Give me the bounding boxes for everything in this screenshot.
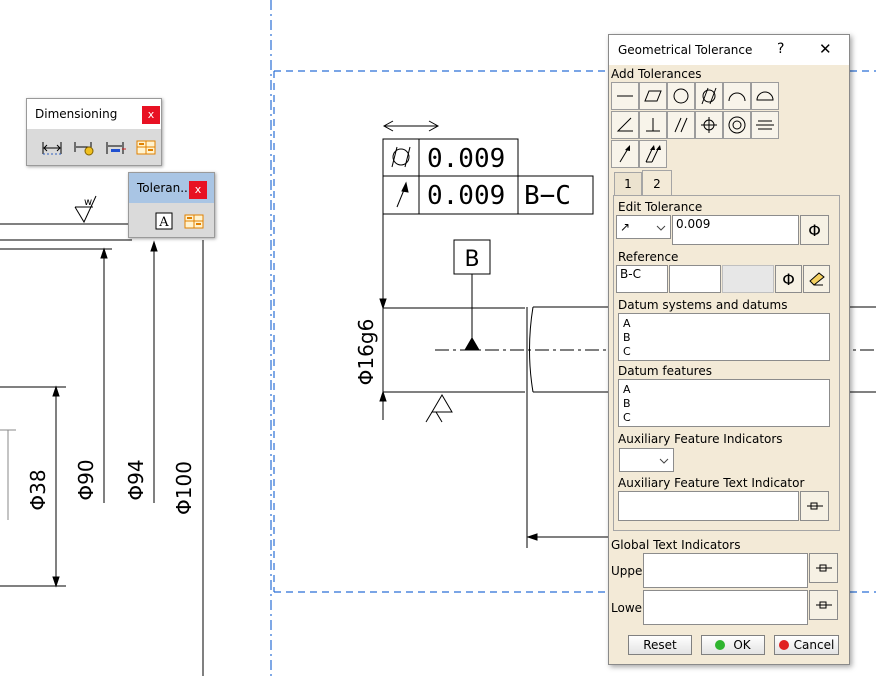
diameter-symbol: Φ	[808, 220, 821, 240]
close-button[interactable]: ✕	[819, 40, 832, 58]
dim-phi100-label: Φ100	[172, 461, 196, 515]
chevron-down-icon	[656, 225, 666, 231]
list-item[interactable]: B	[623, 397, 825, 411]
dim-phi38-label: Φ38	[26, 469, 50, 510]
fcf-row1-value: 0.009	[427, 144, 505, 174]
tolerancing-toolbar-title: Toleran...	[137, 181, 192, 195]
dim-phi90-label: Φ90	[74, 459, 98, 500]
tolerancing-toolbar[interactable]: Toleran... x A	[128, 172, 215, 238]
help-button[interactable]: ?	[777, 41, 784, 57]
list-item[interactable]: A	[623, 383, 825, 397]
angularity-icon[interactable]	[611, 111, 639, 139]
datum-systems-label: Datum systems and datums	[618, 298, 788, 312]
tab-2[interactable]: 2	[642, 170, 672, 196]
tolerance-type-value: ↗	[620, 220, 631, 234]
tab-1[interactable]: 1	[614, 172, 642, 195]
reference-input-1[interactable]: B-C	[616, 265, 668, 293]
datum-features-list[interactable]: A B C	[618, 379, 830, 427]
upper-insert-symbol-icon[interactable]	[809, 553, 838, 583]
add-tolerances-label: Add Tolerances	[611, 67, 702, 81]
cylindricity-icon[interactable]	[695, 82, 723, 110]
cancel-button[interactable]: Cancel	[774, 635, 839, 655]
position-icon[interactable]	[695, 111, 723, 139]
datum-feature-icon[interactable]: A	[151, 209, 177, 233]
fcf-row2-datum: B−C	[524, 181, 571, 211]
dimensioning-close-button[interactable]: x	[142, 106, 160, 124]
datum-systems-list[interactable]: A B C	[618, 313, 830, 361]
reset-button[interactable]: Reset	[628, 635, 692, 655]
dim-phi16g6-label: Φ16g6	[354, 319, 378, 386]
ok-label: OK	[733, 638, 751, 652]
edit-tolerance-label: Edit Tolerance	[618, 200, 703, 214]
cancel-label: Cancel	[793, 638, 835, 652]
dialog-title: Geometrical Tolerance	[618, 43, 753, 57]
roughness-label: w	[84, 197, 92, 208]
concentricity-icon[interactable]	[723, 111, 751, 139]
dim-phi94-label: Φ94	[124, 459, 148, 500]
dialog-title-bar[interactable]: Geometrical Tolerance ? ✕	[609, 35, 849, 65]
parallelism-icon[interactable]	[667, 111, 695, 139]
global-text-indicators-label: Global Text Indicators	[611, 538, 741, 552]
circular-runout-icon[interactable]	[611, 140, 639, 168]
diameter-button[interactable]: Φ	[800, 215, 829, 245]
chevron-down-icon	[659, 458, 669, 464]
ok-led-icon	[715, 640, 726, 650]
aux-feature-text-input[interactable]	[618, 491, 799, 521]
tech-feature-dimensions-icon[interactable]	[71, 135, 97, 159]
list-item[interactable]: C	[623, 411, 825, 425]
reference-label: Reference	[618, 250, 679, 264]
total-runout-icon[interactable]	[639, 140, 667, 168]
upper-label: Upper	[611, 564, 648, 578]
lower-text-input[interactable]	[643, 590, 808, 625]
reference-input-3	[722, 265, 774, 293]
dimensions-icon[interactable]	[39, 135, 65, 159]
datum-b-label: B	[464, 247, 479, 272]
straightness-icon[interactable]	[611, 82, 639, 110]
reference-diameter-symbol: Φ	[782, 269, 795, 289]
list-item[interactable]: C	[623, 345, 825, 359]
eraser-icon[interactable]	[803, 265, 830, 293]
datum-features-label: Datum features	[618, 364, 712, 378]
geometric-tolerance-table-icon[interactable]	[181, 209, 207, 233]
aux-feature-indicators-label: Auxiliary Feature Indicators	[618, 432, 783, 446]
tolerance-type-select[interactable]: ↗	[616, 215, 671, 239]
dimension-table-icon[interactable]	[133, 135, 159, 159]
tolerance-value-input[interactable]: 0.009	[672, 215, 799, 245]
fcf-row2-value: 0.009	[427, 181, 505, 211]
upper-text-input[interactable]	[643, 553, 808, 588]
reference-input-2[interactable]	[669, 265, 721, 293]
left-view	[0, 195, 204, 676]
dimensioning-toolbar[interactable]: Dimensioning x	[26, 98, 162, 166]
perpendicularity-icon[interactable]	[639, 111, 667, 139]
list-item[interactable]: A	[623, 317, 825, 331]
circularity-icon[interactable]	[667, 82, 695, 110]
tolerancing-close-button[interactable]: x	[189, 181, 207, 199]
symmetry-icon[interactable]	[751, 111, 779, 139]
profile-line-icon[interactable]	[723, 82, 751, 110]
reference-diameter-button[interactable]: Φ	[775, 265, 802, 293]
cancel-led-icon	[778, 640, 789, 650]
aux-feature-text-label: Auxiliary Feature Text Indicator	[618, 476, 805, 490]
svg-text:A: A	[158, 215, 169, 230]
insert-symbol-icon[interactable]	[800, 491, 829, 521]
geometrical-tolerance-dialog[interactable]: Geometrical Tolerance ? ✕ Add Tolerances…	[608, 34, 850, 665]
list-item[interactable]: B	[623, 331, 825, 345]
lower-label: Lower	[611, 601, 647, 615]
aux-feature-indicators-select[interactable]	[619, 448, 674, 472]
dimensioning-toolbar-title: Dimensioning	[35, 107, 118, 121]
ok-button[interactable]: OK	[701, 635, 765, 655]
lower-insert-symbol-icon[interactable]	[809, 590, 838, 620]
profile-surface-icon[interactable]	[751, 82, 779, 110]
dimension-edit-icon[interactable]	[103, 135, 129, 159]
flatness-icon[interactable]	[639, 82, 667, 110]
